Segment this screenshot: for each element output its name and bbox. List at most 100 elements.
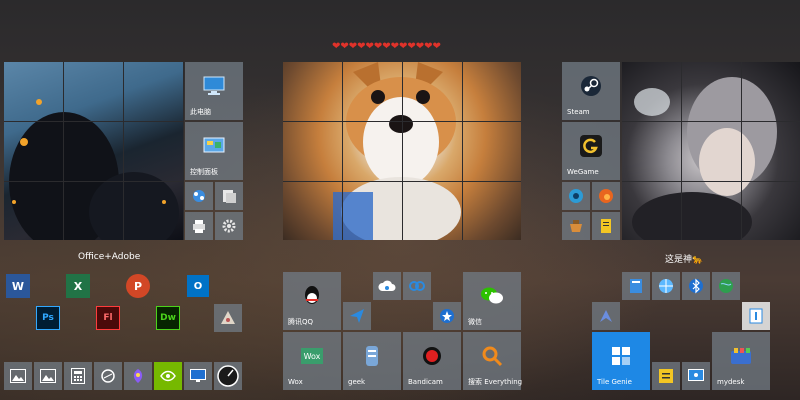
notepad-icon <box>598 218 614 234</box>
tile-steam[interactable]: Steam <box>562 62 620 120</box>
excel-icon: X <box>66 274 90 298</box>
star-icon <box>439 308 455 324</box>
tile-mydesk[interactable]: mydesk <box>712 332 770 390</box>
tile-small-r8[interactable] <box>682 362 710 390</box>
pin-icon <box>598 308 614 324</box>
tile-grid-icon <box>611 346 631 366</box>
tile-label: WeGame <box>567 168 599 176</box>
steam-icon <box>580 75 602 97</box>
tile-small-app-b[interactable] <box>592 182 620 210</box>
speedometer-icon <box>217 365 239 387</box>
outlook-icon: O <box>187 275 209 297</box>
tile-wegame[interactable]: WeGame <box>562 122 620 180</box>
tile-tile-genie[interactable]: Tile Genie <box>592 332 650 390</box>
corgi-image <box>333 62 461 240</box>
cloud-icon <box>378 279 396 293</box>
tile-small-printer[interactable] <box>185 212 213 240</box>
tile-small-settings[interactable] <box>215 212 243 240</box>
network-icon <box>191 188 207 204</box>
tile-wox[interactable]: Wox Wox <box>283 332 341 390</box>
tile-calculator[interactable] <box>64 362 92 390</box>
tile-word[interactable]: W <box>4 272 32 300</box>
tile-small-cloud[interactable] <box>373 272 401 300</box>
tile-control-panel[interactable]: 控制面板 <box>185 122 243 180</box>
tile-small-baidu[interactable] <box>403 272 431 300</box>
tile-snip[interactable] <box>94 362 122 390</box>
tile-paint3d[interactable] <box>124 362 152 390</box>
tile-this-pc[interactable]: 此电脑 <box>185 62 243 120</box>
photo-tile-silver-hair-girl[interactable] <box>622 62 800 240</box>
tile-small-app-d[interactable] <box>592 212 620 240</box>
notes-icon <box>658 368 674 384</box>
tile-tencent-qq[interactable]: 腾讯QQ <box>283 272 341 330</box>
tile-powerpoint[interactable]: P <box>124 272 152 300</box>
tile-nvidia[interactable] <box>154 362 182 390</box>
tile-small-app-a[interactable] <box>562 182 590 210</box>
photo-tile-corgi[interactable] <box>283 62 521 240</box>
tile-photos-1[interactable] <box>4 362 32 390</box>
tile-small-r7[interactable] <box>652 362 680 390</box>
tile-wechat[interactable]: 微信 <box>463 272 521 330</box>
warrior-girl-image <box>9 99 179 240</box>
flash-icon: Fl <box>96 306 120 330</box>
tile-label: Steam <box>567 108 590 116</box>
tile-outlook[interactable]: O <box>184 272 212 300</box>
fire-icon <box>598 188 614 204</box>
tile-label: Bandicam <box>408 378 443 386</box>
wox-icon: Wox <box>301 348 323 365</box>
tile-small-files[interactable] <box>215 182 243 210</box>
tile-small-network[interactable] <box>185 182 213 210</box>
files-icon <box>221 188 237 204</box>
tile-label: Wox <box>288 378 303 386</box>
screen-icon <box>688 369 704 383</box>
tile-small-r1[interactable] <box>622 272 650 300</box>
tile-small-r6[interactable] <box>742 302 770 330</box>
tile-excel[interactable]: X <box>64 272 92 300</box>
tile-small-r3[interactable] <box>682 272 710 300</box>
qq-icon <box>302 285 322 307</box>
tile-speedometer[interactable] <box>214 362 242 390</box>
printer-icon <box>191 218 207 234</box>
tile-small-send[interactable] <box>343 302 371 330</box>
tile-small-r5[interactable] <box>592 302 620 330</box>
bluetooth-icon <box>688 278 704 294</box>
photo-tile-warrior-girl[interactable] <box>4 62 184 240</box>
photoshop-icon: Ps <box>36 306 60 330</box>
tile-geek[interactable]: geek <box>343 332 401 390</box>
basket-icon <box>568 218 584 234</box>
tile-label: geek <box>348 378 366 386</box>
tile-inkscape[interactable] <box>214 304 242 332</box>
search-icon <box>481 345 503 367</box>
tile-small-star[interactable] <box>433 302 461 330</box>
tile-label: Tile Genie <box>597 378 632 386</box>
tile-label: 微信 <box>468 318 482 326</box>
tile-label: 搜索 Everything <box>468 378 523 386</box>
word-icon: W <box>6 274 30 298</box>
image-icon <box>10 369 26 383</box>
cloud-disk-icon <box>408 279 426 293</box>
tile-small-r2[interactable] <box>652 272 680 300</box>
group-title-office-adobe: Office+Adobe <box>78 252 141 262</box>
group-title-god: 这是神🐆 <box>665 255 704 265</box>
tile-photoshop[interactable]: Ps <box>34 304 62 332</box>
globe-icon <box>658 278 674 294</box>
tile-bandicam[interactable]: Bandicam <box>403 332 461 390</box>
record-icon <box>422 346 442 366</box>
book-icon <box>629 278 643 294</box>
tile-search-everything[interactable]: 搜索 Everything <box>463 332 523 390</box>
nvidia-icon <box>159 370 177 382</box>
tile-photos-2[interactable] <box>34 362 62 390</box>
silver-hair-girl-image <box>632 77 777 240</box>
tile-remote[interactable] <box>184 362 212 390</box>
tile-small-app-c[interactable] <box>562 212 590 240</box>
control-panel-icon <box>203 137 225 155</box>
tile-small-r4[interactable] <box>712 272 740 300</box>
tile-flash[interactable]: Fl <box>94 304 122 332</box>
remote-desktop-icon <box>190 369 206 383</box>
geek-icon <box>365 345 379 367</box>
tile-dreamweaver[interactable]: Dw <box>154 304 182 332</box>
earth-icon <box>718 278 734 294</box>
snip-icon <box>100 368 116 384</box>
dreamweaver-icon: Dw <box>156 306 180 330</box>
wechat-icon <box>480 286 504 306</box>
